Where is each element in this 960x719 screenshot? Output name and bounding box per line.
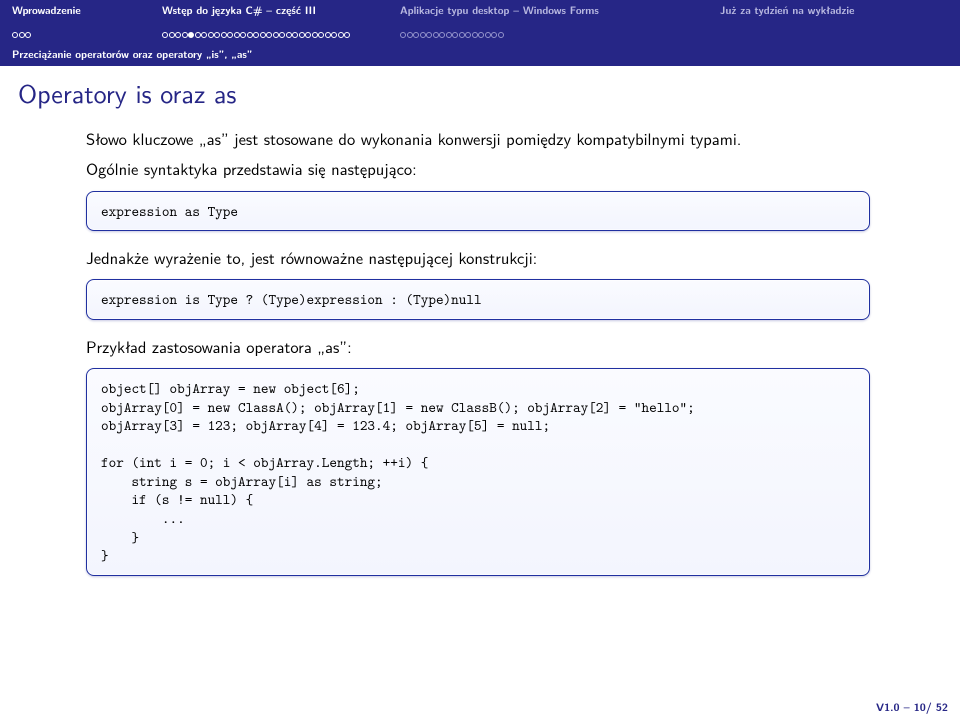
nav-section-csharp-3[interactable]: Wstęp do języka C# – część III: [162, 3, 400, 18]
beamer-headline: Wprowadzenie Wstęp do języka C# – część …: [0, 0, 960, 20]
dots-section-2: [162, 20, 351, 43]
para-equivalence: Jednakże wyrażenie to, jest równoważne n…: [86, 247, 870, 269]
dots-section-3: [400, 20, 504, 43]
beamer-progress-dots: [0, 20, 960, 45]
para-syntax-intro: Ogólnie syntaktyka przedstawia się nastę…: [86, 158, 870, 180]
code-equivalent-construct: expression is Type ? (Type)expression : …: [86, 279, 870, 320]
para-example-intro: Przykład zastosowania operatora „as”:: [86, 336, 870, 358]
frame-title: Operatory is oraz as: [0, 66, 960, 126]
nav-section-winforms[interactable]: Aplikacje typu desktop – Windows Forms: [400, 3, 720, 18]
beamer-subsection: Przeciążanie operatorów oraz operatory „…: [0, 45, 960, 66]
slide-number: V1.0 – 10/ 52: [876, 700, 948, 715]
code-example-as: object[] objArray = new object[6]; objAr…: [86, 368, 870, 575]
nav-section-next-week[interactable]: Już za tydzień na wykładzie: [720, 3, 854, 18]
para-as-intro: Słowo kluczowe „as” jest stosowane do wy…: [86, 128, 870, 150]
nav-section-intro[interactable]: Wprowadzenie: [12, 3, 162, 18]
code-as-syntax: expression as Type: [86, 191, 870, 232]
frame-body: Słowo kluczowe „as” jest stosowane do wy…: [0, 128, 960, 576]
dots-section-1: [12, 20, 32, 43]
